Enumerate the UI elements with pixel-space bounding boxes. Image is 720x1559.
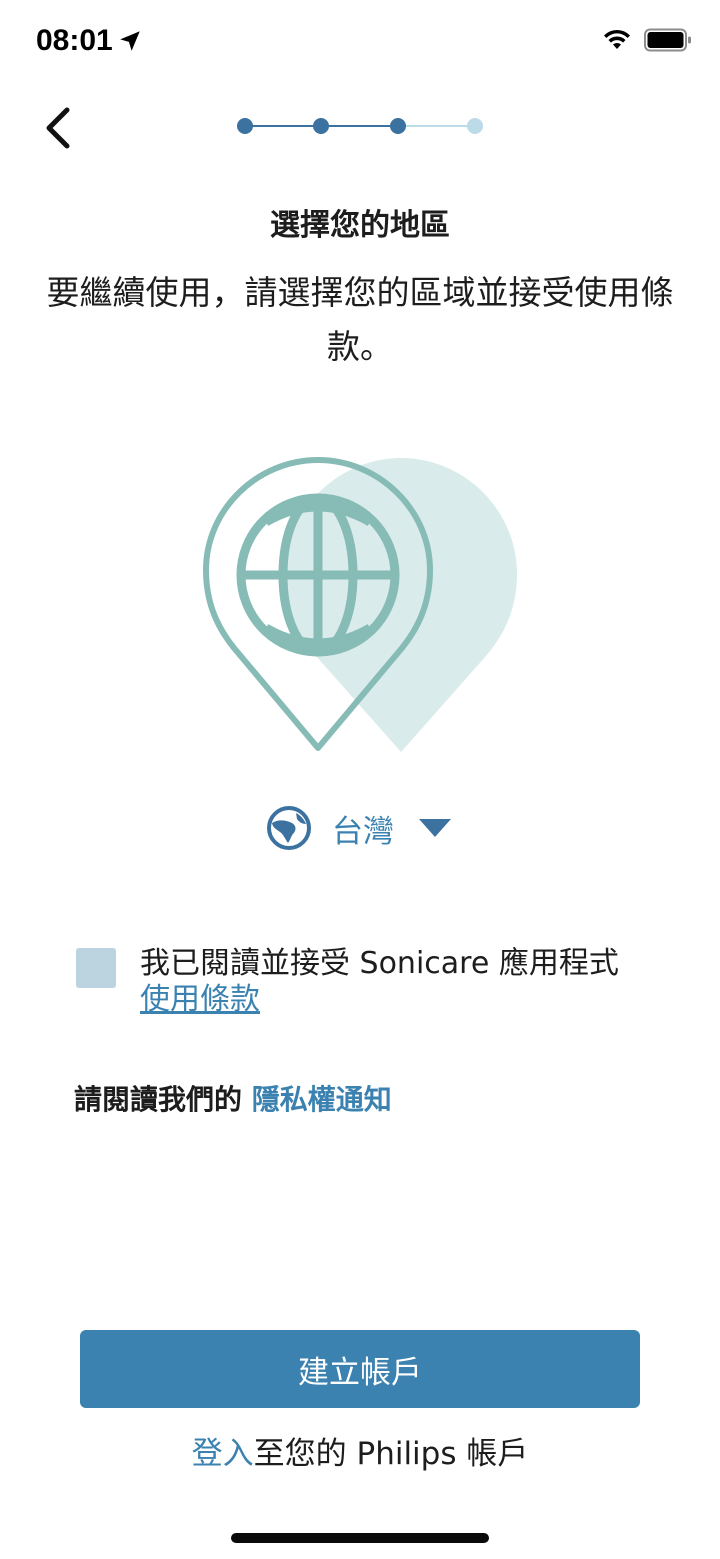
globe-icon (236, 493, 400, 657)
region-selector[interactable]: 台灣 (266, 804, 452, 852)
globe-africa-icon (267, 806, 311, 850)
home-indicator (231, 1533, 489, 1543)
privacy-notice-link[interactable]: 隱私權通知 (252, 1083, 392, 1116)
location-arrow-icon (119, 31, 140, 51)
dropdown-caret-icon (419, 819, 451, 837)
progress-step-3 (390, 118, 406, 134)
terms-checkbox[interactable] (76, 948, 116, 988)
location-globe-illustration (203, 457, 517, 752)
signin-suffix: 至您的 Philips 帳戶 (253, 1436, 529, 1472)
status-time: 08:01 (36, 24, 143, 58)
chevron-left-icon (46, 107, 70, 149)
battery-icon (644, 28, 691, 52)
page-title: 選擇您的地區 (270, 208, 450, 243)
wifi-icon (604, 29, 630, 49)
terms-of-use-link[interactable]: 使用條款 (140, 982, 260, 1017)
screen: 08:01 選擇您的地區 要繼續使用，請選擇您的區域並接受使用條款。 台灣 我已… (0, 0, 720, 1559)
terms-text: 我已閱讀並接受 Sonicare 應用程式 使用條款 (140, 946, 660, 1018)
signin-link[interactable]: 登入 (192, 1436, 254, 1472)
step-progress (237, 118, 483, 134)
status-time-label: 08:01 (36, 24, 113, 57)
progress-step-1 (237, 118, 253, 134)
signin-prompt: 登入至您的 Philips 帳戶 (0, 1428, 720, 1473)
create-account-button[interactable]: 建立帳戶 (80, 1330, 640, 1408)
terms-text-label: 我已閱讀並接受 Sonicare 應用程式 (140, 946, 619, 981)
progress-step-2 (313, 118, 329, 134)
privacy-prefix: 請閱讀我們的 (74, 1083, 252, 1116)
status-indicators (602, 28, 692, 52)
privacy-notice: 請閱讀我們的 隱私權通知 (74, 1078, 392, 1118)
progress-step-4 (467, 118, 483, 134)
region-selected-label: 台灣 (332, 813, 394, 850)
page-subtitle: 要繼續使用，請選擇您的區域並接受使用條款。 (46, 273, 674, 366)
status-bar: 08:01 (0, 0, 720, 88)
back-button[interactable] (30, 100, 86, 156)
